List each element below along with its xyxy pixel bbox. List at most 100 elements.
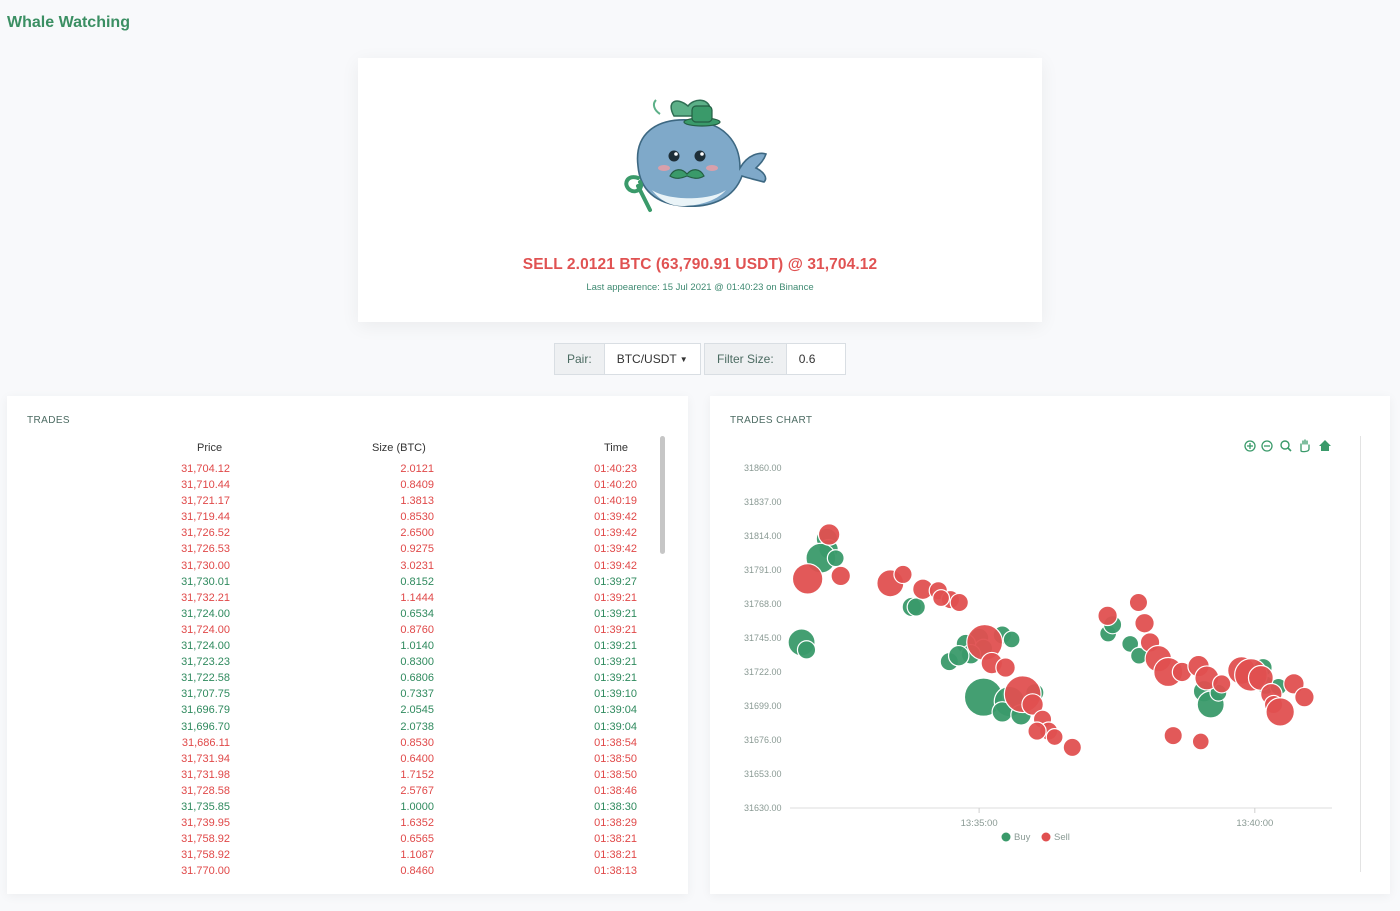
trade-row: 31,723.23 0.8300 01:39:21 xyxy=(7,655,687,671)
filter-size-input[interactable]: 0.6 xyxy=(786,343,846,375)
trades-scrollbar[interactable] xyxy=(659,436,667,872)
sell-trade-bubble[interactable] xyxy=(949,592,969,613)
size-column-header[interactable]: Size (BTC) xyxy=(372,442,426,454)
sell-trade-bubble[interactable] xyxy=(1294,686,1315,708)
trade-time: 01:38:46 xyxy=(594,784,637,797)
y-tick-label: 31814.00 xyxy=(744,531,782,541)
latest-trade-text: SELL 2.0121 BTC (63,790.91 USDT) @ 31,70… xyxy=(522,256,878,273)
sell-trade-bubble[interactable] xyxy=(791,563,824,595)
trade-price: 31,722.58 xyxy=(181,672,230,685)
sell-trade-bubble[interactable] xyxy=(995,657,1016,678)
zoom-in-icon[interactable] xyxy=(1244,440,1256,452)
buy-trade-bubble[interactable] xyxy=(947,644,970,667)
trade-size: 2.0545 xyxy=(400,704,434,717)
price-column-header[interactable]: Price xyxy=(197,442,222,454)
trade-price: 31,732.21 xyxy=(181,591,230,604)
trade-time: 01:39:27 xyxy=(594,575,637,588)
pair-dropdown[interactable]: BTC/USDT ▼ xyxy=(604,343,701,375)
trade-price: 31,770.00 xyxy=(181,865,230,874)
home-icon[interactable] xyxy=(1319,440,1331,451)
trade-row: 31,730.00 3.0231 01:39:42 xyxy=(7,559,687,575)
time-column-header[interactable]: Time xyxy=(604,442,628,454)
trade-row: 31,770.00 0.8460 01:38:13 xyxy=(7,864,687,874)
trade-size: 2.0121 xyxy=(400,463,434,475)
sell-trade-bubble[interactable] xyxy=(1265,697,1295,727)
trades-bubble-chart[interactable]: 31860.00 31837.00 31814.00 31791.00 31768.00… xyxy=(710,396,1390,894)
buy-trade-bubble[interactable] xyxy=(826,549,845,568)
trade-row: 31,721.17 1.3813 01:40:19 xyxy=(7,494,687,510)
legend-sell-label[interactable]: Sell xyxy=(1054,832,1070,843)
sell-trade-bubble[interactable] xyxy=(1045,728,1064,747)
buy-trade-bubble[interactable] xyxy=(1002,630,1021,649)
trade-row: 31,730.01 0.8152 01:39:27 xyxy=(7,575,687,591)
buy-trade-bubble[interactable] xyxy=(906,597,926,617)
sell-trade-bubble[interactable] xyxy=(1027,721,1047,741)
trade-time: 01:39:21 xyxy=(594,591,637,604)
y-tick-label: 31860.00 xyxy=(744,463,782,473)
trade-price: 31,730.01 xyxy=(181,575,230,588)
trade-price: 31,710.44 xyxy=(181,479,230,492)
trade-size: 0.8530 xyxy=(400,736,434,749)
sell-trade-bubble[interactable] xyxy=(1097,605,1118,627)
trade-time: 01:40:19 xyxy=(594,495,637,508)
pair-control: Pair: BTC/USDT ▼ xyxy=(554,343,701,375)
trade-size: 0.8409 xyxy=(400,479,434,492)
trade-size: 2.5767 xyxy=(400,784,434,797)
sell-trade-bubble[interactable] xyxy=(893,564,913,585)
sell-trade-bubble[interactable] xyxy=(1212,674,1232,694)
sell-trade-bubble[interactable] xyxy=(1134,612,1155,634)
trade-price: 31,704.12 xyxy=(181,463,230,475)
sell-trade-bubble[interactable] xyxy=(1062,737,1083,758)
buy-trade-bubble[interactable] xyxy=(796,640,817,660)
y-tick-label: 31837.00 xyxy=(744,497,782,507)
legend-buy-label[interactable]: Buy xyxy=(1014,832,1031,843)
sell-trade-bubble[interactable] xyxy=(1128,592,1149,613)
trades-table-header: Price Size (BTC) Time xyxy=(7,442,657,456)
trades-scrollbar-thumb[interactable] xyxy=(660,436,665,554)
sell-trade-bubble[interactable] xyxy=(932,589,951,608)
trade-time: 01:38:50 xyxy=(594,768,637,781)
zoom-out-icon[interactable] xyxy=(1261,440,1273,452)
sell-trade-bubble[interactable] xyxy=(1163,725,1183,746)
trade-row: 31,719.44 0.8530 01:39:42 xyxy=(7,510,687,526)
caret-down-icon: ▼ xyxy=(679,354,688,364)
trade-row: 31,696.70 2.0738 01:39:04 xyxy=(7,720,687,736)
trade-size: 1.3813 xyxy=(400,495,434,508)
y-tick-label: 31768.00 xyxy=(744,599,782,609)
trade-price: 31,731.98 xyxy=(181,768,230,781)
trade-size: 0.6400 xyxy=(400,752,434,765)
app-title: Whale Watching xyxy=(7,14,130,31)
sell-trade-bubble[interactable] xyxy=(817,523,841,546)
trade-size: 1.1087 xyxy=(400,849,434,862)
legend-sell-marker[interactable] xyxy=(1041,832,1051,842)
trade-row: 31,732.21 1.1444 01:39:21 xyxy=(7,591,687,607)
magnify-icon[interactable] xyxy=(1280,440,1292,452)
trade-row: 31,686.11 0.8530 01:38:54 xyxy=(7,736,687,752)
trade-size: 3.0231 xyxy=(400,559,434,572)
trade-time: 01:38:54 xyxy=(594,736,637,749)
trade-price: 31,724.00 xyxy=(181,623,230,636)
x-tick-label: 13:35:00 xyxy=(961,818,998,829)
trade-price: 31,758.92 xyxy=(181,833,230,846)
y-tick-label: 31699.00 xyxy=(744,701,782,711)
trade-time: 01:39:42 xyxy=(594,527,637,540)
pan-hand-icon[interactable] xyxy=(1300,439,1310,453)
trade-price: 31,728.58 xyxy=(181,784,230,797)
trades-title: TRADES xyxy=(27,415,70,426)
trade-price: 31,758.92 xyxy=(181,849,230,862)
legend-buy-marker[interactable] xyxy=(1001,832,1011,842)
trade-time: 01:40:23 xyxy=(594,463,637,475)
sell-trade-bubble[interactable] xyxy=(1191,732,1210,751)
trade-size: 1.0000 xyxy=(400,800,434,813)
trade-price: 31,719.44 xyxy=(181,511,230,524)
trade-time: 01:38:30 xyxy=(594,800,637,813)
trade-row: 31,758.92 1.1087 01:38:21 xyxy=(7,848,687,864)
sell-trade-bubble[interactable] xyxy=(830,565,852,587)
trade-row: 31,722.58 0.6806 01:39:21 xyxy=(7,671,687,687)
trade-price: 31,723.23 xyxy=(181,656,230,669)
trade-size: 0.6806 xyxy=(400,672,434,685)
pair-value: BTC/USDT xyxy=(616,352,677,366)
trades-table-body[interactable]: 31,704.12 2.0121 01:40:23 31,710.44 0.8409 01… xyxy=(7,462,687,874)
trade-row: 31,696.79 2.0545 01:39:04 xyxy=(7,703,687,719)
trade-size: 0.6534 xyxy=(400,607,434,620)
